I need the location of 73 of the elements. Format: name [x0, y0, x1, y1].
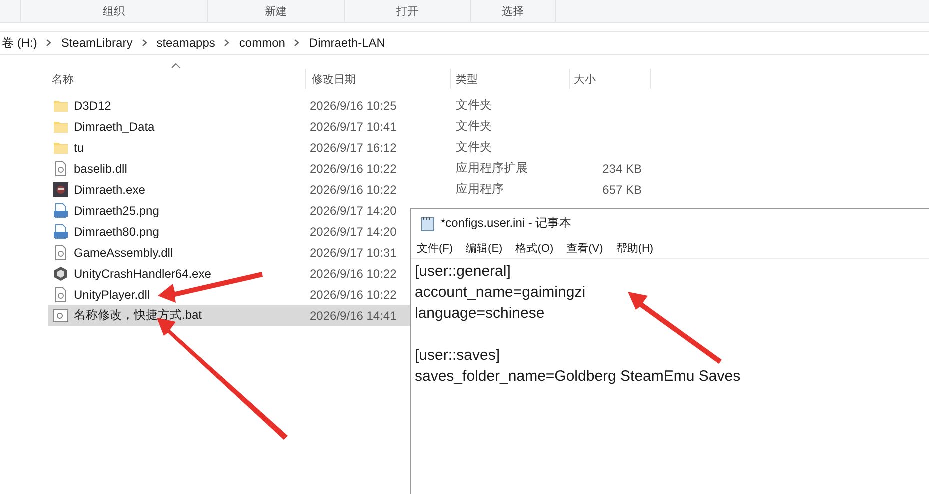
modified-date: 2026/9/17 14:20 — [310, 204, 397, 218]
ribbon-group-label: 组织 — [21, 0, 208, 22]
modified-date: 2026/9/16 10:22 — [310, 162, 397, 176]
sort-caret-icon — [171, 63, 181, 69]
modified-date: 2026/9/16 10:22 — [310, 288, 397, 302]
breadcrumb-item[interactable]: SteamLibrary — [61, 36, 133, 50]
modified-date: 2026/9/17 14:20 — [310, 224, 397, 238]
column-header[interactable]: 名称 — [48, 69, 306, 89]
menu-item[interactable]: 文件(F) — [417, 240, 454, 256]
file-gear-icon — [53, 160, 69, 176]
modified-date: 2026/9/17 16:12 — [310, 140, 397, 154]
file-row[interactable]: Dimraeth25.png 2026/9/17 14:20 — [48, 200, 410, 221]
file-name: GameAssembly.dll — [74, 246, 174, 260]
text-editor[interactable]: [user::general] account_name=gaimingzi language=schinese [user::saves] saves_folder_name=Goldberg SteamEmu Saves — [411, 259, 929, 494]
file-name: Dimraeth.exe — [74, 182, 146, 196]
file-name: Dimraeth_Data — [74, 120, 155, 134]
file-name: D3D12 — [74, 98, 112, 112]
file-size: 657 KB — [602, 182, 642, 196]
text-line: account_name=gaimingzi — [415, 284, 586, 301]
file-type: 应用程序扩展 — [456, 160, 528, 177]
file-gear-icon — [53, 244, 69, 260]
modified-date: 2026/9/16 10:25 — [310, 98, 397, 112]
chevron-icon — [142, 39, 148, 47]
file-size: 234 KB — [602, 162, 642, 176]
file-name: Dimraeth80.png — [74, 224, 160, 238]
breadcrumb-item[interactable]: Dimraeth-LAN — [309, 36, 386, 50]
modified-date: 2026/9/16 14:41 — [310, 308, 397, 322]
cube-icon — [53, 266, 69, 282]
modified-date: 2026/9/17 10:31 — [310, 246, 397, 260]
menu-item[interactable]: 帮助(H) — [616, 240, 654, 256]
text-line: [user::saves] — [415, 347, 500, 364]
text-line: language=schinese — [415, 305, 545, 322]
file-name: tu — [74, 140, 84, 154]
column-header[interactable]: 类型 — [452, 69, 570, 89]
ribbon-group-label: 新建 — [208, 0, 345, 22]
modified-date: 2026/9/16 10:22 — [310, 266, 397, 280]
file-gear-icon — [53, 286, 69, 302]
ribbon-group-label: 选择 — [471, 0, 556, 22]
menu-item[interactable]: 格式(O) — [516, 240, 554, 256]
window-title: *configs.user.ini - 记事本 — [441, 215, 572, 232]
column-header[interactable]: 修改日期 — [308, 69, 451, 89]
address-bar[interactable]: 卷 (H:) SteamLibrary steamapps common Dimraeth-LAN — [0, 31, 929, 55]
chevron-icon — [294, 39, 300, 47]
file-row[interactable]: Dimraeth80.png 2026/9/17 14:20 — [48, 221, 410, 242]
file-row[interactable]: UnityCrashHandler64.exe 2026/9/16 10:22 — [48, 263, 410, 284]
text-line: [user::general] — [415, 263, 511, 280]
image-file-icon — [53, 224, 69, 240]
text-line: saves_folder_name=Goldberg SteamEmu Saves — [415, 368, 741, 385]
file-type: 文件夹 — [456, 118, 492, 135]
file-name: baselib.dll — [74, 162, 128, 176]
chevron-icon — [224, 39, 230, 47]
image-file-icon — [53, 202, 69, 218]
breadcrumb-item[interactable]: common — [239, 36, 286, 50]
notepad-icon — [421, 216, 435, 232]
breadcrumb-item[interactable]: steamapps — [156, 36, 216, 50]
breadcrumb-item[interactable]: 卷 (H:) — [2, 34, 38, 52]
file-type: 文件夹 — [456, 139, 492, 156]
chevron-icon — [46, 39, 52, 47]
modified-date: 2026/9/17 10:41 — [310, 120, 397, 134]
modified-date: 2026/9/16 10:22 — [310, 182, 397, 196]
menu-item[interactable]: 查看(V) — [566, 240, 604, 256]
file-row[interactable]: UnityPlayer.dll 2026/9/16 10:22 — [48, 284, 410, 305]
gear-window-icon — [53, 308, 69, 324]
app-icon — [53, 182, 69, 198]
file-row[interactable]: GameAssembly.dll 2026/9/17 10:31 — [48, 242, 410, 263]
file-name: Dimraeth25.png — [74, 204, 160, 218]
ribbon-group-label: 打开 — [345, 0, 471, 22]
file-name: UnityCrashHandler64.exe — [74, 266, 212, 280]
file-type: 文件夹 — [456, 97, 492, 114]
column-header[interactable]: 大小 — [570, 69, 651, 89]
file-name: UnityPlayer.dll — [74, 288, 150, 302]
file-type: 应用程序 — [456, 181, 504, 198]
menu-item[interactable]: 编辑(E) — [466, 240, 503, 256]
